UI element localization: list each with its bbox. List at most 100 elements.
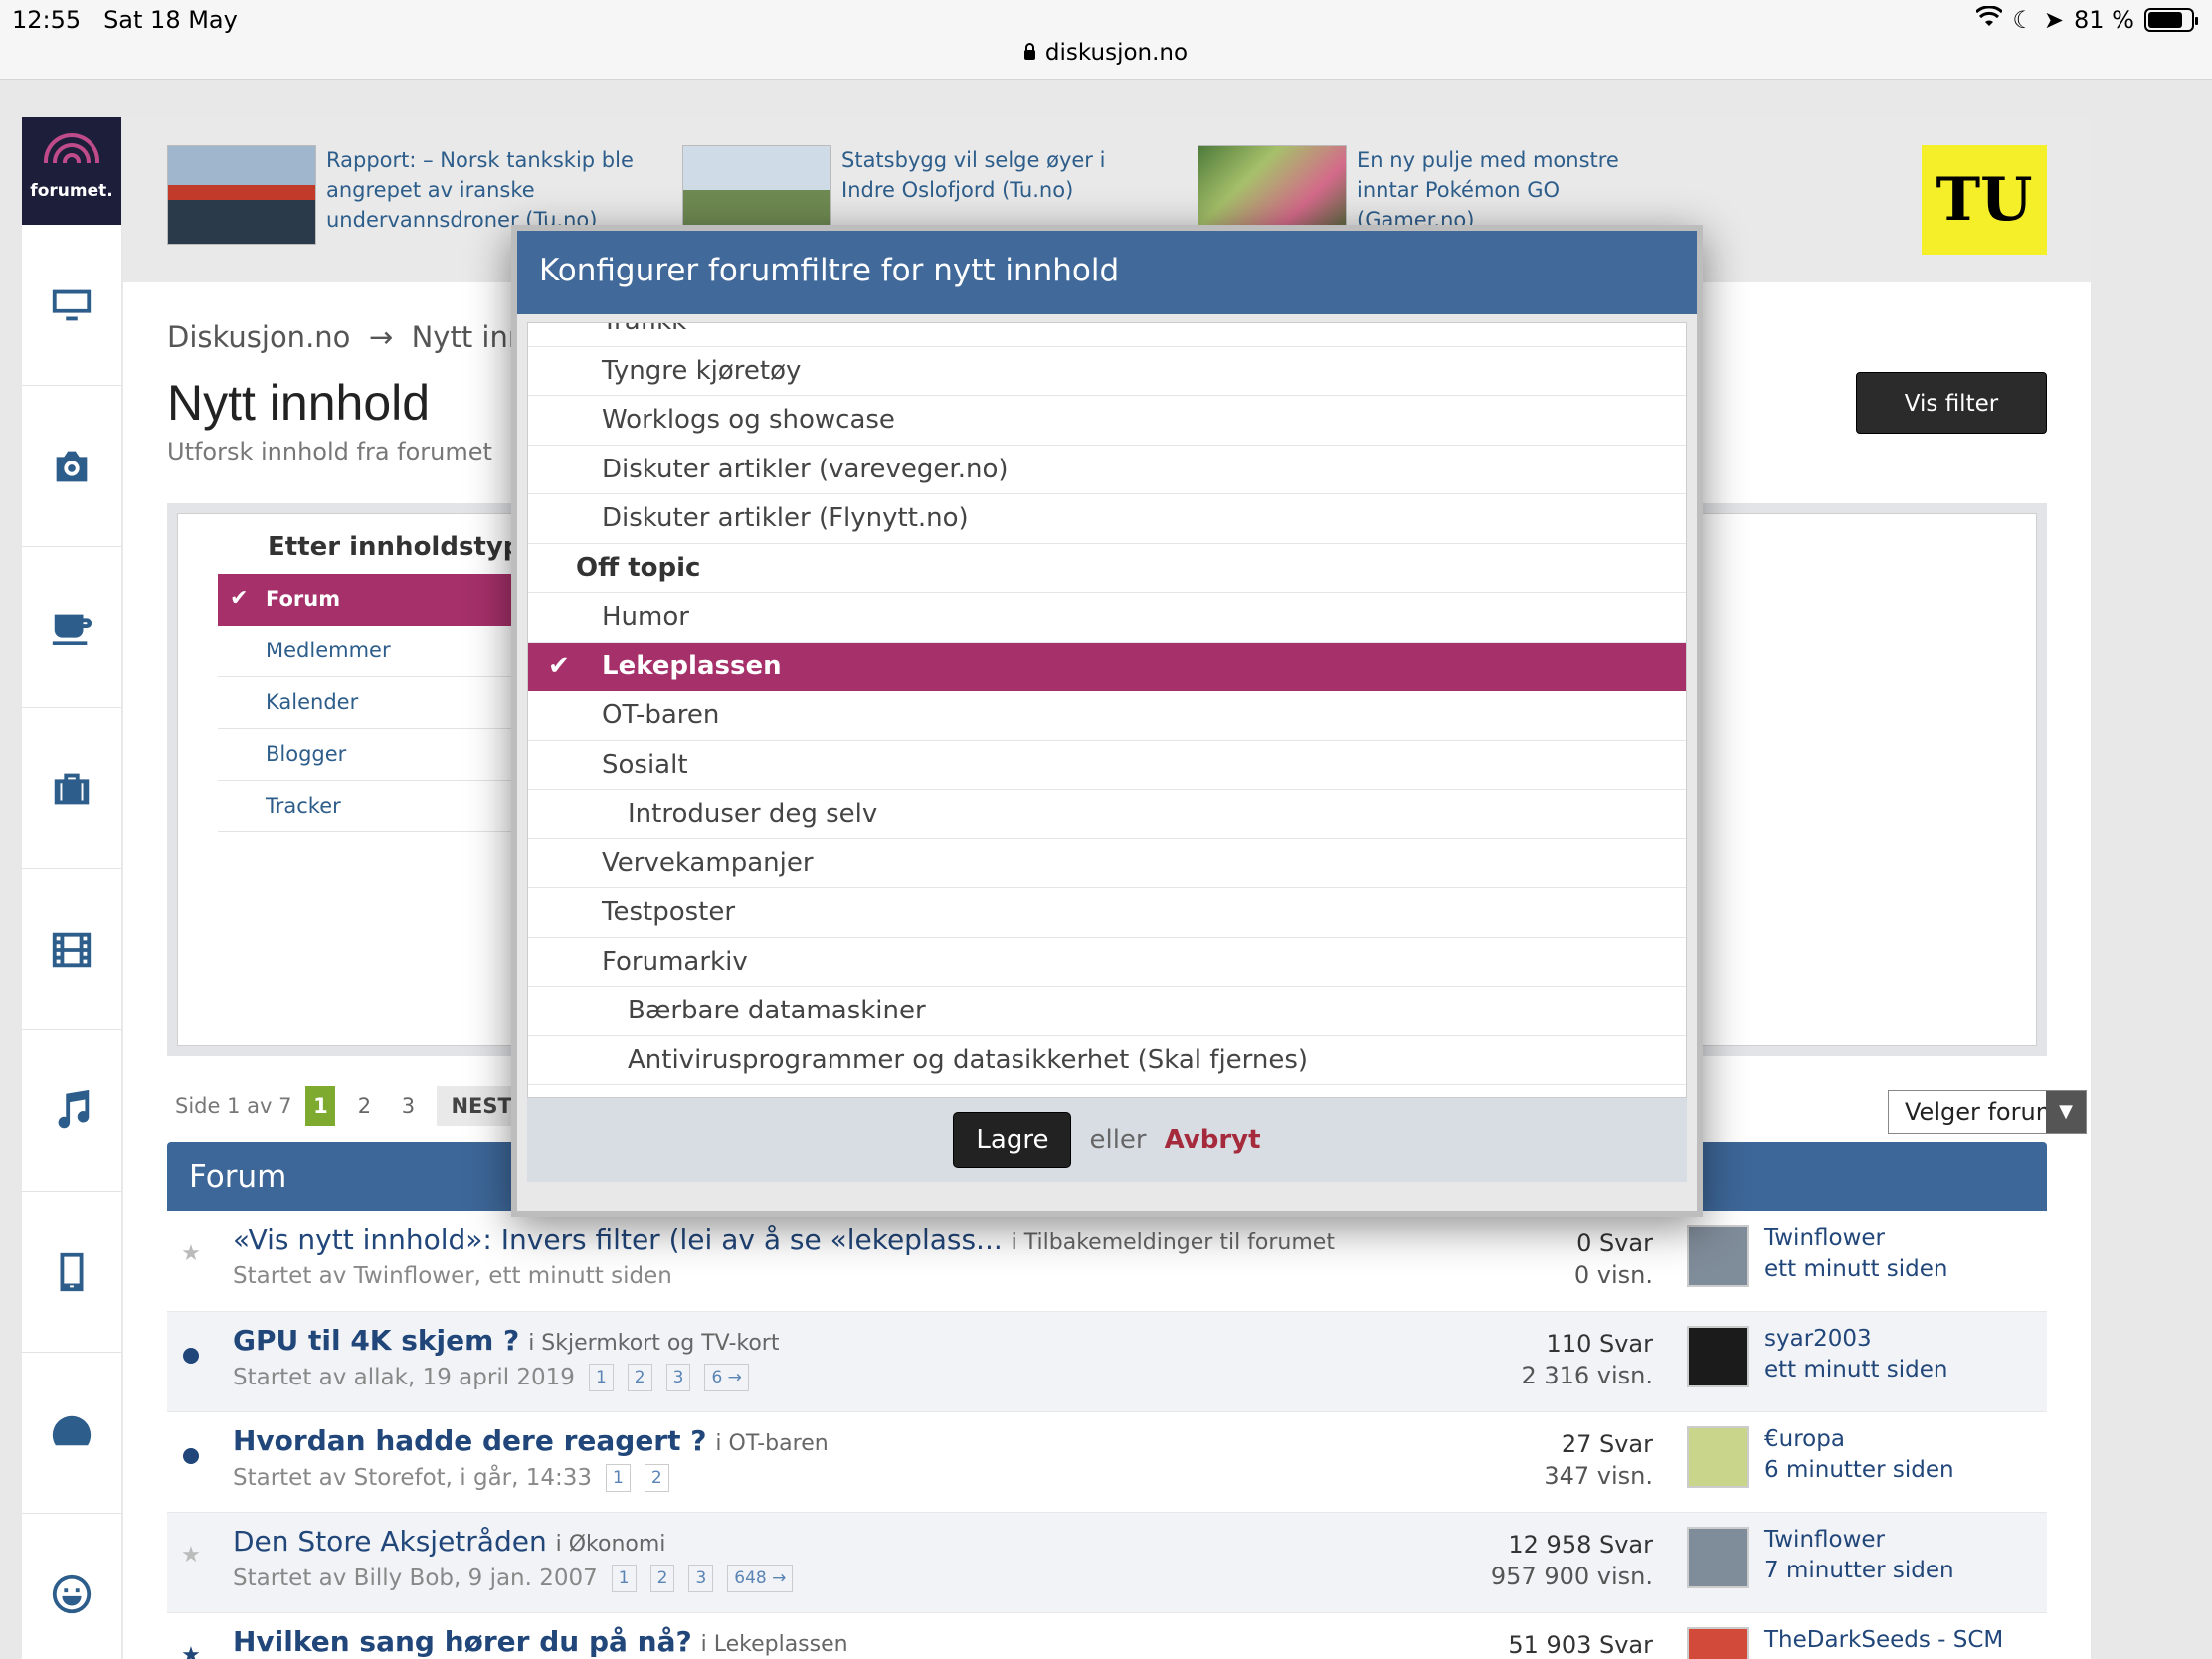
topic-page-link[interactable]: 648 → — [727, 1565, 794, 1592]
filter-type-list: Forum Medlemmer Kalender Blogger Tracker — [218, 574, 536, 832]
forum-filter-list[interactable]: Trafikk Tyngre kjøretøy Worklogs og showca… — [527, 322, 1687, 1098]
rail-photo[interactable] — [22, 386, 121, 547]
filter-item-forum[interactable]: Forum — [218, 574, 536, 626]
topic-title[interactable]: «Vis nytt innhold»: Invers filter (lei a… — [233, 1223, 1335, 1256]
topic-page-link[interactable]: 2 — [649, 1565, 675, 1592]
forum-option[interactable]: Tyngre kjøretøy — [528, 347, 1686, 396]
forum-option[interactable]: Bedrift - IKT (Skal fjernes) — [528, 1085, 1686, 1097]
topic-title[interactable]: Hvordan hadde dere reagert ? i OT-baren — [233, 1424, 829, 1457]
unread-dot-icon[interactable] — [179, 1442, 203, 1466]
topic-forum[interactable]: i Lekeplassen — [701, 1632, 848, 1657]
page-2[interactable]: 2 — [349, 1086, 379, 1126]
forum-option-label: Antivirusprogrammer og datasikkerhet (Sk… — [628, 1044, 1309, 1075]
location-icon: ➤ — [2043, 6, 2065, 34]
rail-gaming[interactable] — [22, 1353, 121, 1514]
rail-film[interactable] — [22, 869, 121, 1030]
logo-arc-icon — [44, 133, 99, 173]
last-poster[interactable]: €uropa 6 minutter siden — [1764, 1424, 1954, 1486]
forum-option[interactable]: Introduser deg selv — [528, 790, 1686, 839]
last-poster[interactable]: TheDarkSeeds - SCM — [1764, 1625, 2003, 1656]
page-3[interactable]: 3 — [393, 1086, 423, 1126]
breadcrumb-root[interactable]: Diskusjon.no — [167, 320, 350, 354]
forum-option[interactable]: Diskuter artikler (vareveger.no) — [528, 446, 1686, 494]
topic-page-link[interactable]: 1 — [606, 1464, 631, 1492]
unread-dot-icon[interactable] — [179, 1342, 203, 1366]
forum-option[interactable]: Antivirusprogrammer og datasikkerhet (Sk… — [528, 1036, 1686, 1085]
cancel-link[interactable]: Avbryt — [1165, 1125, 1261, 1155]
rail-social[interactable] — [22, 1514, 121, 1659]
topic-title[interactable]: GPU til 4K skjem ? i Skjermkort og TV-ko… — [233, 1324, 779, 1357]
film-icon — [52, 932, 92, 967]
filter-item-medlemmer[interactable]: Medlemmer — [218, 626, 536, 677]
table-row: Hvordan hadde dere reagert ? i OT-baren S… — [167, 1412, 2047, 1513]
forum-option-label: Diskuter artikler (vareveger.no) — [602, 454, 1009, 484]
filter-item-blogger[interactable]: Blogger — [218, 729, 536, 781]
last-poster[interactable]: syar2003 ett minutt siden — [1764, 1324, 1948, 1385]
topic-page-link[interactable]: 1 — [588, 1364, 614, 1391]
forum-option[interactable]: Diskuter artikler (Flynytt.no) — [528, 494, 1686, 544]
topic-page-link[interactable]: 1 — [611, 1565, 637, 1592]
topic-page-link[interactable]: 3 — [665, 1364, 691, 1391]
topic-title[interactable]: Den Store Aksjetråden i Økonomi — [233, 1525, 665, 1558]
last-poster[interactable]: Twinflower ett minutt siden — [1764, 1223, 1948, 1285]
rail-work[interactable] — [22, 708, 121, 869]
page-subtitle: Utforsk innhold fra forumet — [167, 438, 492, 465]
star-icon[interactable]: ★ — [179, 1643, 203, 1659]
topic-page-link[interactable]: 2 — [644, 1464, 669, 1492]
pagination: Side 1 av 7 1 2 3 NESTE — [175, 1086, 541, 1126]
rail-computer[interactable] — [22, 225, 121, 386]
topic-forum[interactable]: i OT-baren — [715, 1431, 828, 1456]
avatar[interactable] — [1687, 1527, 1749, 1588]
battery-icon — [2144, 8, 2198, 32]
forum-option[interactable]: OT-baren — [528, 691, 1686, 741]
rail-music[interactable] — [22, 1030, 121, 1192]
filter-heading: Etter innholdstype — [268, 532, 540, 562]
forum-option[interactable]: Forumarkiv — [528, 938, 1686, 987]
forum-option[interactable]: ✔ Lekeplassen — [528, 642, 1686, 691]
forum-option-label: Off topic — [576, 552, 701, 583]
star-icon[interactable]: ★ — [179, 1543, 203, 1567]
forum-option[interactable]: Worklogs og showcase — [528, 396, 1686, 446]
forum-option[interactable]: Testposter — [528, 888, 1686, 938]
filter-item-tracker[interactable]: Tracker — [218, 781, 536, 832]
star-icon[interactable]: ★ — [179, 1241, 203, 1266]
forum-option[interactable]: Bærbare datamaskiner — [528, 987, 1686, 1036]
topic-forum[interactable]: i Tilbakemeldinger til forumet — [1012, 1230, 1335, 1255]
forumet-logo[interactable]: forumet. — [22, 117, 121, 225]
forum-option-label: Vervekampanjer — [602, 847, 814, 878]
forum-option-label: Trafikk — [602, 323, 686, 336]
checkmark-icon: ✔ — [548, 650, 570, 681]
topic-page-link[interactable]: 2 — [627, 1364, 652, 1391]
avatar[interactable] — [1687, 1627, 1749, 1659]
ad-thumbnail — [167, 145, 316, 245]
tu-logo[interactable]: TU — [1922, 145, 2047, 255]
avatar[interactable] — [1687, 1426, 1749, 1488]
topic-page-link[interactable]: 3 — [688, 1565, 714, 1592]
filter-item-kalender[interactable]: Kalender — [218, 677, 536, 729]
forum-category[interactable]: Off topic — [528, 543, 1686, 593]
forum-option[interactable]: Vervekampanjer — [528, 839, 1686, 888]
forum-option-label: Diskuter artikler (Flynytt.no) — [602, 503, 969, 533]
address-bar[interactable]: diskusjon.no — [0, 40, 2212, 66]
topic-title[interactable]: Hvilken sang hører du på nå? i Lekeplass… — [233, 1625, 848, 1658]
status-time: 12:55 Sat 18 May — [12, 6, 238, 34]
vis-filter-button[interactable]: Vis filter — [1856, 372, 2047, 434]
rail-mobile[interactable] — [22, 1192, 121, 1353]
forum-option[interactable]: Humor — [528, 593, 1686, 643]
avatar[interactable] — [1687, 1326, 1749, 1387]
forum-option[interactable]: Trafikk — [528, 323, 1686, 347]
rail-coffee[interactable] — [22, 547, 121, 708]
forum-select[interactable]: Velger forum ▼ — [1888, 1090, 2087, 1134]
last-poster[interactable]: Twinflower 7 minutter siden — [1764, 1525, 1954, 1586]
avatar[interactable] — [1687, 1225, 1749, 1287]
save-button[interactable]: Lagre — [953, 1112, 1072, 1168]
music-note-icon — [58, 1089, 90, 1128]
speedometer-icon — [52, 1415, 92, 1445]
table-row: ★ Den Store Aksjetråden i Økonomi Startet … — [167, 1513, 2047, 1613]
page-1[interactable]: 1 — [305, 1086, 336, 1126]
breadcrumb-arrow: → — [368, 320, 394, 354]
forum-option[interactable]: Sosialt — [528, 741, 1686, 790]
topic-page-link[interactable]: 6 → — [704, 1364, 749, 1391]
topic-forum[interactable]: i Skjermkort og TV-kort — [528, 1331, 779, 1356]
topic-forum[interactable]: i Økonomi — [556, 1532, 666, 1557]
